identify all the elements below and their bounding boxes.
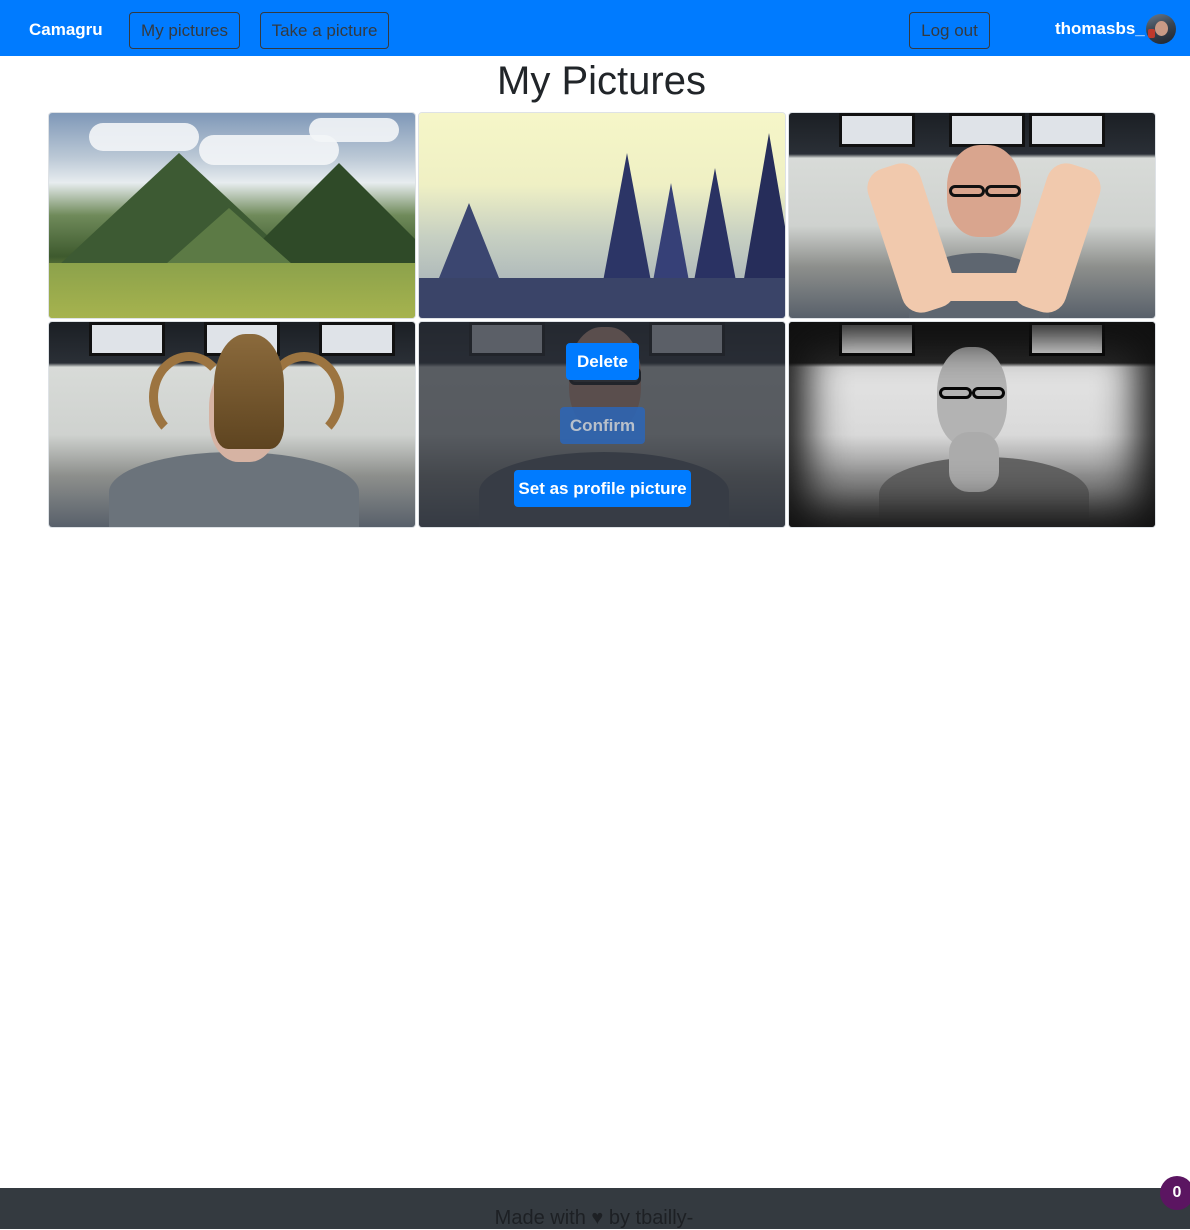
meadow-shape [49, 263, 415, 318]
footer-text-before: Made with [494, 1207, 586, 1229]
cloud-shape [89, 123, 199, 151]
foggy-forest-image [419, 113, 785, 318]
gallery-picture-foggy-forest[interactable] [418, 112, 786, 319]
set-profile-picture-button[interactable]: Set as profile picture [514, 470, 691, 507]
username-link[interactable]: thomasbs_ [1055, 18, 1145, 40]
monitor-shape [949, 113, 1025, 147]
gallery-picture-webcam-grayscale[interactable] [788, 321, 1156, 528]
cloud-shape [309, 118, 399, 142]
monitor-shape [319, 322, 395, 356]
avatar-accent [1148, 29, 1155, 38]
forest-floor-shape [419, 278, 785, 318]
vignette-effect [789, 322, 1155, 527]
gallery-picture-webcam-helmet[interactable] [48, 321, 416, 528]
heart-icon: ♥ [591, 1207, 604, 1229]
user-avatar-icon[interactable] [1146, 14, 1176, 44]
monitor-shape [1029, 113, 1105, 147]
hand-shape [909, 273, 1059, 301]
helmet-shape [214, 334, 284, 449]
monitor-shape [89, 322, 165, 356]
gallery-picture-webcam-hands[interactable] [788, 112, 1156, 319]
avatar-face [1155, 21, 1168, 36]
mountain-valley-image [49, 113, 415, 318]
logout-button[interactable]: Log out [909, 12, 990, 49]
footer: Made with ♥ by tbailly- [0, 1188, 1190, 1229]
glasses-shape [985, 185, 1021, 197]
gallery-picture-selected[interactable]: Delete Confirm Set as profile picture [418, 321, 786, 528]
picture-gallery: Delete Confirm Set as profile picture [48, 112, 1158, 530]
glasses-shape [949, 185, 985, 197]
webcam-helmet-image [49, 322, 415, 527]
take-picture-button[interactable]: Take a picture [260, 12, 389, 49]
footer-credit: Made with ♥ by tbailly- [0, 1206, 1188, 1230]
gallery-picture-mountain-valley[interactable] [48, 112, 416, 319]
page-title: My Pictures [497, 59, 706, 103]
notification-badge[interactable]: 0 [1160, 1176, 1190, 1210]
navbar: Camagru My pictures Take a picture Log o… [0, 0, 1190, 56]
delete-button[interactable]: Delete [566, 343, 639, 380]
my-pictures-button[interactable]: My pictures [129, 12, 240, 49]
footer-text-after: by tbailly- [608, 1207, 694, 1229]
brand-link[interactable]: Camagru [29, 19, 103, 41]
webcam-hands-image [789, 113, 1155, 318]
monitor-shape [839, 113, 915, 147]
confirm-button[interactable]: Confirm [560, 407, 645, 444]
shirt-shape [109, 452, 359, 527]
